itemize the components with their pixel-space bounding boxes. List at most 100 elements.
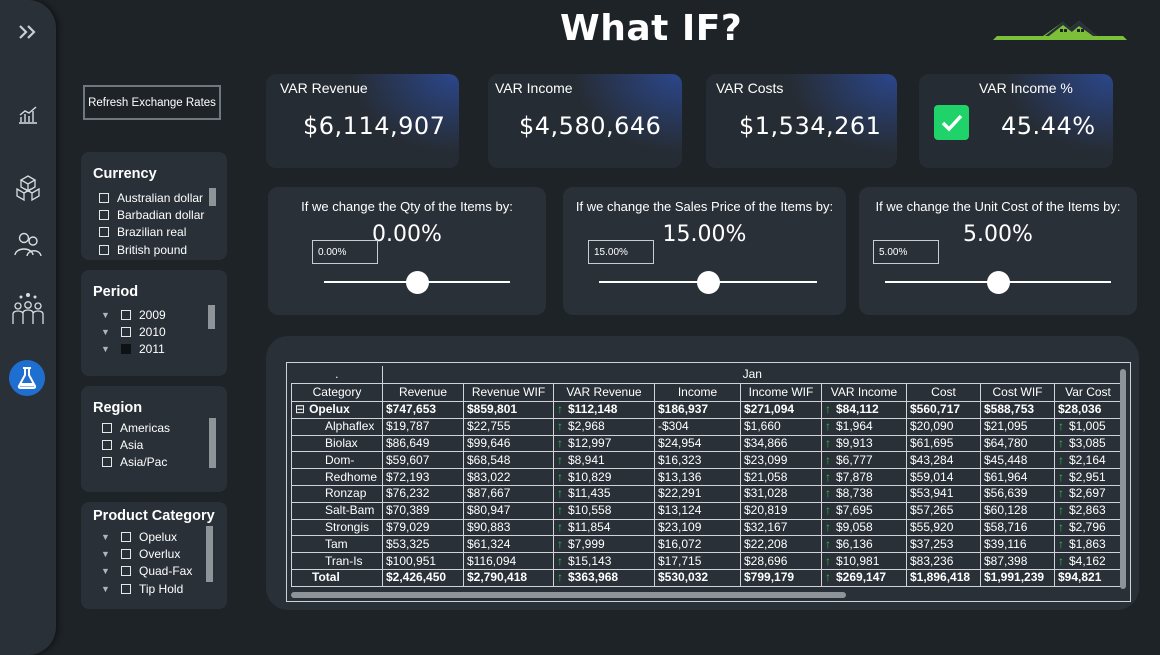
- cell: $59,014: [906, 468, 981, 486]
- cell: $22,755: [463, 417, 554, 436]
- team-icon[interactable]: [10, 290, 46, 326]
- cell: ↑ $9,913: [821, 434, 907, 453]
- cell: ↑ $1,964: [821, 417, 907, 436]
- cell: ↑ $2,164: [1054, 451, 1122, 470]
- checkbox[interactable]: [121, 310, 131, 320]
- column-header[interactable]: Income WIF: [740, 383, 822, 402]
- arrow-up-icon: ↑: [1058, 419, 1064, 434]
- checkbox[interactable]: [121, 327, 131, 337]
- currency-item[interactable]: Barbadian dollar: [99, 208, 204, 222]
- refresh-exchange-rates-button[interactable]: Refresh Exchange Rates: [83, 85, 221, 120]
- currency-item[interactable]: Australian dollar: [99, 191, 203, 205]
- qty-slider-handle[interactable]: [405, 271, 429, 294]
- column-header[interactable]: Income: [654, 383, 741, 402]
- cell: $61,964: [980, 468, 1055, 486]
- kpi-card-var-costs: VAR Costs $1,534,261: [706, 74, 897, 168]
- arrow-up-icon: ↑: [1058, 553, 1064, 568]
- table-vertical-scrollbar[interactable]: [1120, 369, 1126, 589]
- cell: $13,124: [654, 501, 741, 520]
- checkbox[interactable]: [99, 210, 109, 220]
- checkbox[interactable]: [102, 423, 112, 433]
- cell: $28,036: [1054, 401, 1122, 419]
- currency-item[interactable]: British pound: [99, 243, 187, 257]
- currency-item[interactable]: Brazilian real: [99, 225, 186, 239]
- column-header[interactable]: Category: [291, 383, 383, 402]
- period-scrollbar[interactable]: [208, 305, 215, 329]
- cell: $31,028: [740, 484, 822, 503]
- table-row-total: Total $2,426,450 $2,790,418 ↑ $363,968 $5…: [291, 568, 1122, 587]
- cell: $58,716: [980, 518, 1055, 537]
- period-item[interactable]: ▼ 2011: [101, 342, 165, 356]
- arrow-up-icon: ↑: [557, 519, 563, 534]
- chart-icon[interactable]: [10, 97, 46, 133]
- cell: ↑ $9,058: [821, 518, 907, 537]
- chevron-down-icon[interactable]: ▼: [101, 327, 111, 337]
- column-header[interactable]: Cost: [906, 383, 981, 402]
- checkbox[interactable]: [121, 566, 131, 576]
- region-item[interactable]: Asia: [102, 438, 143, 452]
- cell: ↑ $11,854: [553, 518, 655, 537]
- users-icon[interactable]: [10, 226, 46, 262]
- column-header[interactable]: Cost WIF: [980, 383, 1055, 402]
- cell: $20,090: [906, 417, 981, 436]
- period-item[interactable]: ▼ 2009: [101, 308, 166, 322]
- checkbox[interactable]: [102, 457, 112, 467]
- cell: $1,660: [740, 417, 822, 436]
- flask-icon[interactable]: [9, 360, 45, 396]
- column-header[interactable]: VAR Income: [821, 383, 907, 402]
- cubes-icon[interactable]: [10, 170, 46, 206]
- period-item[interactable]: ▼ 2010: [101, 325, 166, 339]
- chevron-down-icon[interactable]: ▼: [101, 566, 111, 576]
- category-cell: Redhome: [291, 468, 383, 486]
- chevron-down-icon[interactable]: ▼: [101, 310, 111, 320]
- qty-percent-input[interactable]: 0.00%: [312, 240, 378, 264]
- column-header[interactable]: Var Cost: [1054, 383, 1122, 402]
- category-cell: Tam: [291, 535, 383, 554]
- chevron-down-icon[interactable]: ▼: [101, 344, 111, 354]
- region-item[interactable]: Asia/Pac: [102, 455, 167, 469]
- region-item[interactable]: Americas: [102, 421, 170, 435]
- group-cell: ⊟ Opelux: [291, 401, 383, 419]
- price-slider-handle[interactable]: [696, 271, 720, 294]
- checkbox[interactable]: [99, 245, 109, 255]
- checkbox[interactable]: [121, 532, 131, 542]
- product-category-item[interactable]: ▼ Tip Hold: [101, 582, 183, 596]
- cell: $859,801: [463, 401, 554, 419]
- chevron-down-icon[interactable]: ▼: [101, 584, 111, 594]
- collapse-icon[interactable]: ⊟: [295, 402, 305, 416]
- product-category-item[interactable]: ▼ Opelux: [101, 530, 177, 544]
- product-category-item[interactable]: ▼ Overlux: [101, 547, 180, 561]
- product-category-scrollbar[interactable]: [206, 526, 213, 582]
- kpi-label: VAR Costs: [716, 80, 784, 96]
- cell: ↑ $12,997: [553, 434, 655, 453]
- chevron-down-icon[interactable]: ▼: [101, 532, 111, 542]
- period-slicer-title: Period: [93, 284, 139, 300]
- arrow-up-icon: ↑: [557, 503, 563, 518]
- checkbox[interactable]: [99, 227, 109, 237]
- column-header[interactable]: Revenue: [382, 383, 464, 402]
- cell: ↑ $84,112: [821, 401, 907, 419]
- cell: ↑ $3,085: [1054, 434, 1122, 453]
- chevron-down-icon[interactable]: ▼: [101, 549, 111, 559]
- arrow-up-icon: ↑: [1058, 536, 1064, 551]
- checkbox[interactable]: [121, 549, 131, 559]
- column-header[interactable]: VAR Revenue: [553, 383, 655, 402]
- cost-percent-input[interactable]: 5.00%: [873, 240, 939, 264]
- currency-scrollbar[interactable]: [209, 188, 216, 206]
- checkbox[interactable]: [121, 584, 131, 594]
- product-category-item[interactable]: ▼ Quad-Fax: [101, 564, 192, 578]
- chevrons-right-icon[interactable]: [10, 14, 46, 50]
- checkbox[interactable]: [121, 344, 131, 354]
- table-horizontal-scrollbar[interactable]: [291, 592, 846, 598]
- checkbox[interactable]: [102, 440, 112, 450]
- arrow-up-icon: ↑: [1058, 452, 1064, 467]
- column-header[interactable]: Revenue WIF: [463, 383, 554, 402]
- what-if-label: If we change the Unit Cost of the Items …: [875, 199, 1121, 214]
- checkbox[interactable]: [99, 193, 109, 203]
- cell: $39,116: [980, 535, 1055, 554]
- price-percent-input[interactable]: 15.00%: [588, 240, 654, 264]
- region-scrollbar[interactable]: [209, 418, 216, 468]
- cell: ↑ $1,863: [1054, 535, 1122, 554]
- cost-slider-handle[interactable]: [986, 271, 1010, 294]
- category-cell: Dom-: [291, 451, 383, 470]
